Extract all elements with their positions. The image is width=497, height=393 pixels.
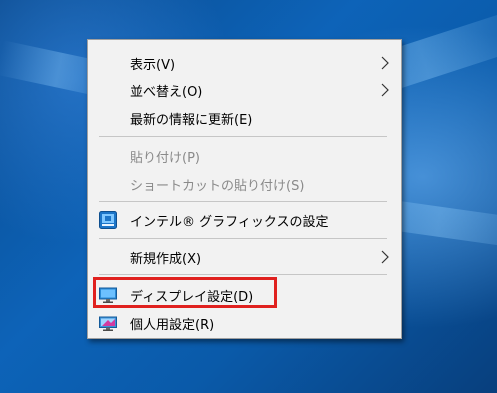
chevron-right-icon [381, 83, 389, 97]
menu-item-view[interactable]: 表示(V) [88, 49, 401, 77]
menu-item-display-settings[interactable]: ディスプレイ設定(D) [88, 281, 401, 309]
menu-item-personalize[interactable]: 個人用設定(R) [88, 309, 401, 337]
menu-item-paste: 貼り付け(P) [88, 142, 401, 170]
menu-item-new[interactable]: 新規作成(X) [88, 243, 401, 271]
personalize-icon [99, 316, 117, 331]
menu-separator [99, 274, 387, 275]
menu-item-sort-by-label: 並べ替え(O) [130, 84, 203, 100]
menu-separator [99, 238, 387, 239]
menu-item-paste-shortcut-label: ショートカットの貼り付け(S) [130, 178, 305, 194]
menu-item-view-label: 表示(V) [130, 57, 176, 73]
menu-item-paste-shortcut: ショートカットの貼り付け(S) [88, 170, 401, 198]
menu-item-personalize-label: 個人用設定(R) [130, 317, 215, 333]
menu-item-refresh-label: 最新の情報に更新(E) [130, 112, 253, 128]
intel-graphics-icon [99, 211, 117, 229]
menu-separator [99, 201, 387, 202]
menu-separator [99, 136, 387, 137]
desktop-context-menu: 表示(V) 並べ替え(O) 最新の情報に更新(E) 貼り付け(P) ショートカッ… [87, 39, 402, 339]
menu-item-intel-graphics-label: インテル® グラフィックスの設定 [130, 214, 329, 230]
menu-item-sort-by[interactable]: 並べ替え(O) [88, 76, 401, 104]
menu-item-paste-label: 貼り付け(P) [130, 150, 200, 166]
menu-item-new-label: 新規作成(X) [130, 251, 202, 267]
menu-item-refresh[interactable]: 最新の情報に更新(E) [88, 104, 401, 132]
display-settings-icon [99, 287, 117, 303]
chevron-right-icon [381, 56, 389, 70]
chevron-right-icon [381, 250, 389, 264]
menu-item-display-settings-label: ディスプレイ設定(D) [130, 289, 254, 305]
menu-item-intel-graphics-settings[interactable]: インテル® グラフィックスの設定 [88, 206, 401, 234]
